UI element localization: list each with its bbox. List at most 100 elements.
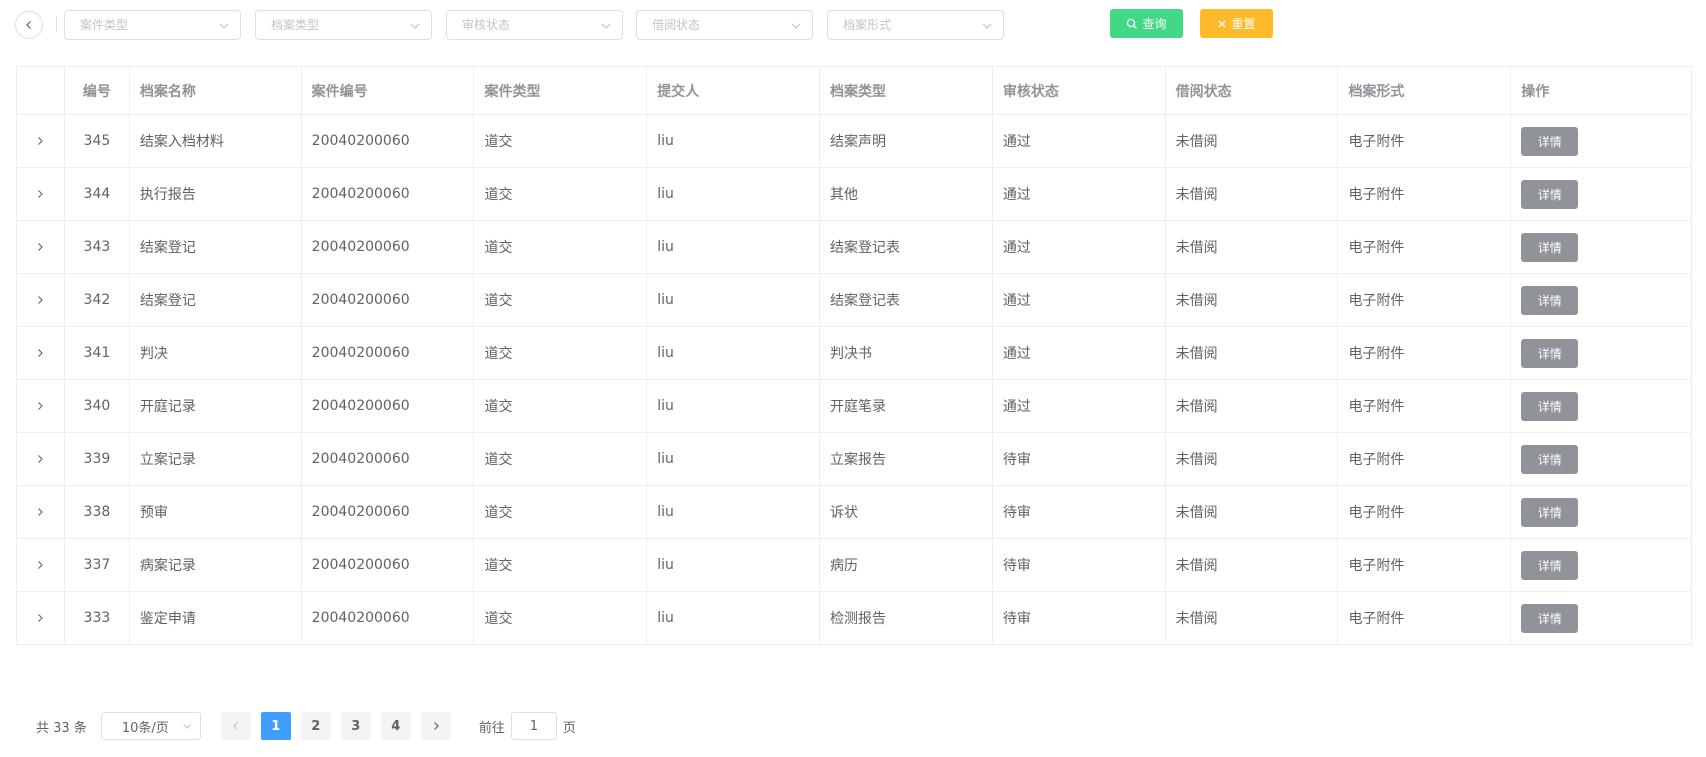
row-expand-toggle[interactable] <box>17 274 65 327</box>
table-row: 337 病案记录 20040200060 道交 liu 病历 待审 未借阅 电子… <box>17 539 1693 592</box>
row-file-form: 电子附件 <box>1338 433 1512 486</box>
goto-suffix: 页 <box>562 720 576 736</box>
row-file-form: 电子附件 <box>1338 327 1512 380</box>
chevron-right-icon <box>38 561 44 569</box>
detail-button[interactable]: 详情 <box>1521 603 1579 633</box>
filter-bar: 案件类型 档案类型 审核状态 借阅状态 档案形式 查询 重置 <box>15 9 1695 40</box>
row-borrow-status: 未借阅 <box>1165 592 1339 645</box>
row-id: 337 <box>64 539 130 592</box>
row-id: 342 <box>64 274 130 327</box>
chevron-down-icon <box>601 23 611 29</box>
page-1-button[interactable]: 1 <box>260 712 291 740</box>
row-case-type: 道交 <box>474 433 648 486</box>
row-case-type: 道交 <box>474 115 648 168</box>
row-review-status: 通过 <box>992 380 1166 433</box>
file-form-select[interactable]: 档案形式 <box>827 10 1004 40</box>
page-4-button[interactable]: 4 <box>380 712 411 740</box>
row-expand-toggle[interactable] <box>17 592 65 645</box>
row-expand-toggle[interactable] <box>17 221 65 274</box>
goto-page: 前往 1 页 <box>479 712 576 740</box>
chevron-right-icon <box>38 296 44 304</box>
goto-page-input[interactable]: 1 <box>510 712 557 740</box>
detail-button[interactable]: 详情 <box>1521 179 1579 209</box>
chevron-right-icon <box>38 455 44 463</box>
chevron-right-icon <box>38 243 44 251</box>
header-review-status: 审核状态 <box>992 67 1166 115</box>
detail-button[interactable]: 详情 <box>1521 391 1579 421</box>
table-row: 340 开庭记录 20040200060 道交 liu 开庭笔录 通过 未借阅 … <box>17 380 1693 433</box>
row-submitter: liu <box>647 539 821 592</box>
detail-button[interactable]: 详情 <box>1521 285 1579 315</box>
row-file-type: 其他 <box>820 168 993 221</box>
back-button[interactable] <box>15 11 43 39</box>
row-review-status: 通过 <box>992 274 1166 327</box>
detail-button[interactable]: 详情 <box>1521 126 1579 156</box>
query-label: 查询 <box>1142 17 1167 31</box>
row-borrow-status: 未借阅 <box>1165 380 1339 433</box>
row-actions: 详情 <box>1511 592 1693 645</box>
row-name: 结案入档材料 <box>129 115 302 168</box>
borrow-status-select[interactable]: 借阅状态 <box>636 10 813 40</box>
row-file-form: 电子附件 <box>1338 380 1512 433</box>
row-id: 344 <box>64 168 130 221</box>
review-status-placeholder: 审核状态 <box>462 18 511 32</box>
row-expand-toggle[interactable] <box>17 115 65 168</box>
row-review-status: 通过 <box>992 221 1166 274</box>
table-row: 345 结案入档材料 20040200060 道交 liu 结案声明 通过 未借… <box>17 115 1693 168</box>
page-2-button[interactable]: 2 <box>300 712 331 740</box>
row-file-type: 诉状 <box>820 486 993 539</box>
review-status-select[interactable]: 审核状态 <box>446 10 623 40</box>
row-expand-toggle[interactable] <box>17 486 65 539</box>
row-case-type: 道交 <box>474 327 648 380</box>
chevron-down-icon <box>219 23 229 29</box>
row-case-type: 道交 <box>474 380 648 433</box>
reset-button[interactable]: 重置 <box>1200 9 1273 38</box>
row-file-form: 电子附件 <box>1338 168 1512 221</box>
chevron-right-icon <box>38 349 44 357</box>
query-button[interactable]: 查询 <box>1110 9 1183 38</box>
row-file-type: 病历 <box>820 539 993 592</box>
row-review-status: 待审 <box>992 433 1166 486</box>
page-size-select[interactable]: 10条/页 <box>100 712 201 740</box>
row-case-type: 道交 <box>474 592 648 645</box>
close-icon <box>1219 20 1226 27</box>
row-expand-toggle[interactable] <box>17 168 65 221</box>
row-expand-toggle[interactable] <box>17 433 65 486</box>
row-expand-toggle[interactable] <box>17 539 65 592</box>
table-row: 344 执行报告 20040200060 道交 liu 其他 通过 未借阅 电子… <box>17 168 1693 221</box>
row-actions: 详情 <box>1511 486 1693 539</box>
header-file-type: 档案类型 <box>820 67 993 115</box>
detail-button[interactable]: 详情 <box>1521 497 1579 527</box>
file-type-select[interactable]: 档案类型 <box>255 10 432 40</box>
case-type-select[interactable]: 案件类型 <box>64 10 241 40</box>
page-3-button[interactable]: 3 <box>340 712 371 740</box>
archive-table: 编号 档案名称 案件编号 案件类型 提交人 档案类型 审核状态 借阅状态 档案形… <box>16 66 1693 645</box>
row-submitter: liu <box>647 327 821 380</box>
goto-prefix: 前往 <box>478 720 505 736</box>
next-page-button[interactable] <box>420 712 451 740</box>
row-expand-toggle[interactable] <box>17 380 65 433</box>
row-id: 338 <box>64 486 130 539</box>
row-actions: 详情 <box>1511 380 1693 433</box>
detail-button[interactable]: 详情 <box>1521 550 1579 580</box>
prev-page-button[interactable] <box>220 712 251 740</box>
case-type-placeholder: 案件类型 <box>80 18 129 32</box>
row-submitter: liu <box>647 433 821 486</box>
row-review-status: 通过 <box>992 168 1166 221</box>
chevron-right-icon <box>38 614 44 622</box>
row-case-type: 道交 <box>474 539 648 592</box>
row-borrow-status: 未借阅 <box>1165 539 1339 592</box>
row-file-form: 电子附件 <box>1338 221 1512 274</box>
detail-button[interactable]: 详情 <box>1521 444 1579 474</box>
row-borrow-status: 未借阅 <box>1165 486 1339 539</box>
row-expand-toggle[interactable] <box>17 327 65 380</box>
detail-button[interactable]: 详情 <box>1521 338 1579 368</box>
chevron-left-icon <box>26 21 31 29</box>
header-case-no: 案件编号 <box>301 67 475 115</box>
row-case-no: 20040200060 <box>301 327 475 380</box>
row-case-no: 20040200060 <box>301 168 475 221</box>
chevron-right-icon <box>38 190 44 198</box>
row-actions: 详情 <box>1511 168 1693 221</box>
chevron-down-icon <box>182 724 191 729</box>
detail-button[interactable]: 详情 <box>1521 232 1579 262</box>
